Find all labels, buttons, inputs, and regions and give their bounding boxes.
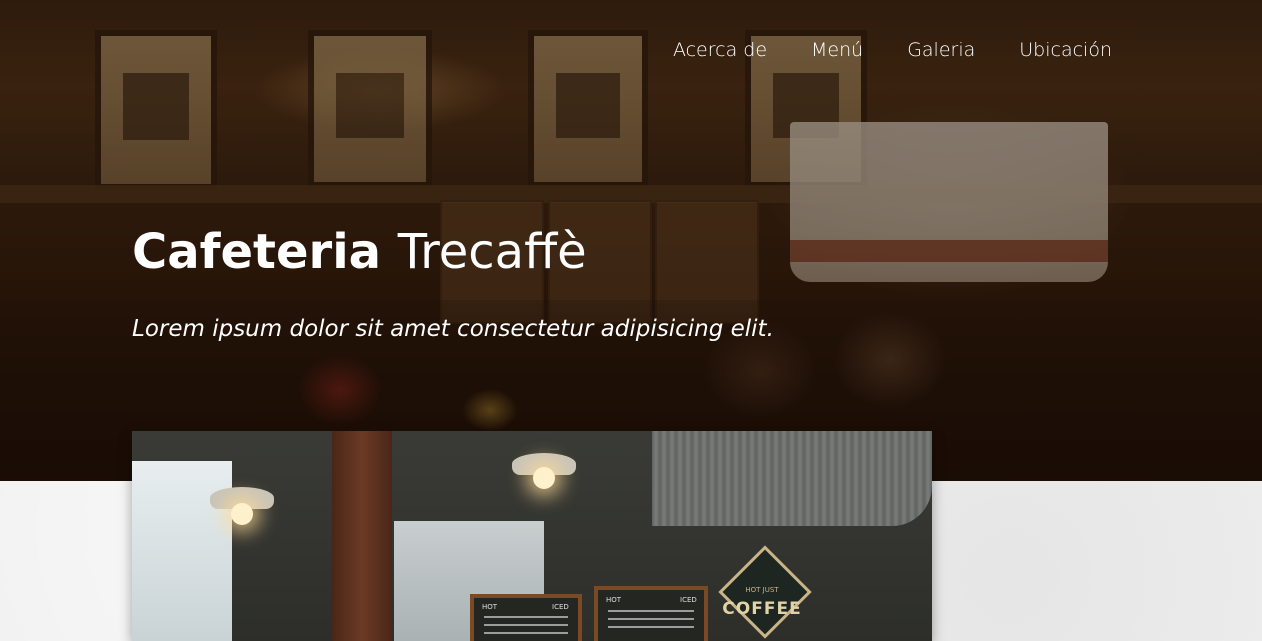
coffee-sign-text: COFFEE [722,599,802,619]
photo-menu-board [594,586,708,641]
board-label: ICED [680,596,697,604]
hero-section: Acerca de Menú Galeria Ubicación Cafeter… [0,0,1262,481]
board-label: HOT [482,603,498,611]
nav-link-galeria[interactable]: Galeria [907,36,975,64]
photo-column [332,431,392,641]
board-label: ICED [552,603,569,611]
feature-photo: HOT ICED HOT ICED HOT JUST COFFEE [132,431,932,641]
nav-link-menu[interactable]: Menú [811,36,863,64]
photo-window [132,461,232,641]
page-title: Cafeteria Trecaffè [132,222,587,282]
coffee-sign-caption: HOT JUST [745,586,779,594]
title-light: Trecaffè [397,224,587,280]
photo-air-duct [652,431,932,526]
nav-link-acerca[interactable]: Acerca de [673,36,767,64]
photo-menu-board [470,594,582,641]
board-label: HOT [606,596,622,604]
photo-light-bulb [533,467,555,489]
photo-light-bulb [231,503,253,525]
top-navigation: Acerca de Menú Galeria Ubicación [629,36,1112,64]
hero-tagline: Lorem ipsum dolor sit amet consectetur a… [132,316,774,342]
title-bold: Cafeteria [132,224,382,280]
nav-link-ubicacion[interactable]: Ubicación [1019,36,1112,64]
